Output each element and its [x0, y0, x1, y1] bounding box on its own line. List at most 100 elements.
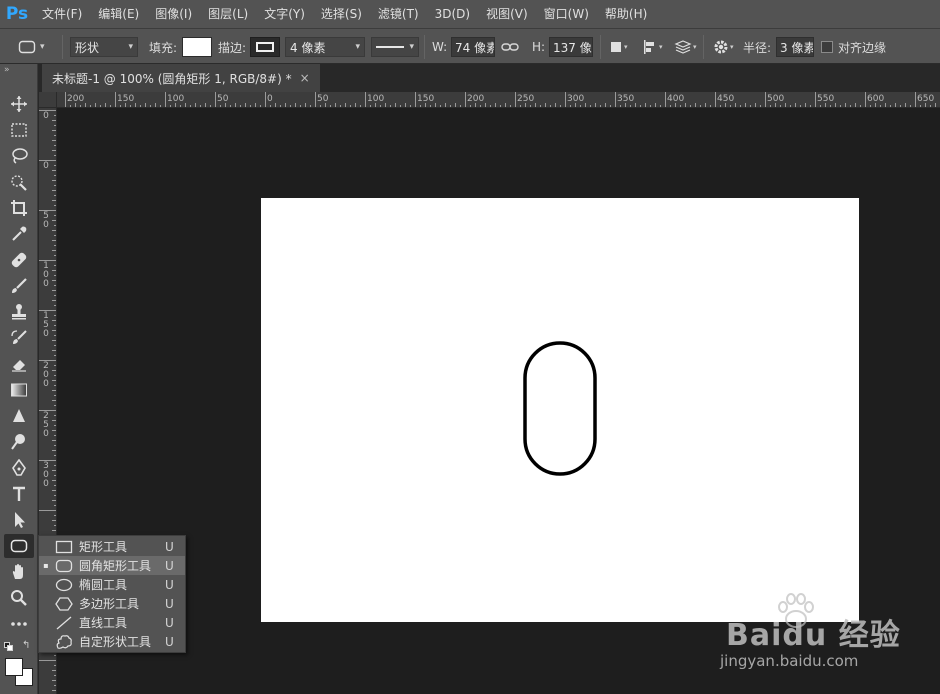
- flyout-item-shortcut: U: [165, 615, 174, 630]
- ruler-tick-label: 300: [567, 94, 585, 104]
- rounded-rectangle-icon: [10, 539, 28, 553]
- align-edges-checkbox[interactable]: [821, 41, 833, 53]
- stamp-icon[interactable]: [4, 300, 34, 324]
- flyout-item-label: 椭圆工具: [79, 578, 128, 592]
- tool-preset-picker[interactable]: ▾: [18, 37, 45, 57]
- flyout-item-rectangle[interactable]: 矩形工具 U: [39, 537, 185, 556]
- rounded-rectangle-shape[interactable]: [523, 341, 597, 476]
- document-tab[interactable]: 未标题-1 @ 100% (圆角矩形 1, RGB/8#) * ×: [42, 64, 320, 92]
- eraser-icon[interactable]: [4, 352, 34, 376]
- radius-label: 半径:: [743, 40, 772, 55]
- gear-icon[interactable]: ▾: [713, 37, 734, 57]
- path-alignment-icon[interactable]: ▾: [642, 37, 663, 57]
- options-bar: ▾ 形状 ▾ 填充: 描边: 4 像素 ▾ ▾ W: 74 像素 H: 137 …: [0, 28, 940, 64]
- ruler-tick-label: 200: [43, 361, 49, 389]
- panel-collapse-icon[interactable]: »: [4, 65, 10, 75]
- brush-icon[interactable]: [4, 274, 34, 298]
- width-label: W:: [432, 40, 448, 54]
- height-field[interactable]: 137 像素: [549, 37, 593, 57]
- menu-window[interactable]: 窗口(W): [536, 0, 597, 28]
- menu-view[interactable]: 视图(V): [478, 0, 536, 28]
- flyout-item-polygon[interactable]: 多边形工具 U: [39, 594, 185, 613]
- flyout-item-custom-shape[interactable]: 自定形状工具 U: [39, 632, 185, 651]
- blur-icon[interactable]: [4, 404, 34, 428]
- rounded-rectangle-tool[interactable]: [4, 534, 34, 558]
- menu-file[interactable]: 文件(F): [34, 0, 90, 28]
- move-icon[interactable]: [4, 92, 34, 116]
- ruler-tick-label: 150: [117, 94, 135, 104]
- pen-icon[interactable]: [4, 456, 34, 480]
- ruler-tick-label: 250: [43, 411, 49, 439]
- document-canvas[interactable]: [261, 198, 859, 622]
- path-select-icon[interactable]: [4, 508, 34, 532]
- ruler-tick-label: 650: [917, 94, 935, 104]
- menu-help[interactable]: 帮助(H): [597, 0, 655, 28]
- link-icon[interactable]: [501, 37, 519, 57]
- lasso-icon[interactable]: [4, 144, 34, 168]
- stroke-color-swatch[interactable]: [250, 37, 280, 57]
- more-icon[interactable]: [4, 612, 34, 636]
- zoom-icon[interactable]: [4, 586, 34, 610]
- chevron-down-icon: ▾: [409, 42, 414, 52]
- stroke-width-select[interactable]: 4 像素 ▾: [285, 37, 365, 57]
- menu-filter[interactable]: 滤镜(T): [370, 0, 427, 28]
- dodge-icon[interactable]: [4, 430, 34, 454]
- close-icon[interactable]: ×: [300, 71, 310, 85]
- menu-type[interactable]: 文字(Y): [256, 0, 313, 28]
- ruler-tick-label: 50: [43, 211, 49, 230]
- watermark-url: jingyan.baidu.com: [720, 652, 859, 670]
- menu-layer[interactable]: 图层(L): [200, 0, 256, 28]
- ruler-tick-label: 0: [267, 94, 273, 104]
- flyout-item-rounded-rectangle[interactable]: ▪ 圆角矩形工具 U: [39, 556, 185, 575]
- marquee-icon[interactable]: [4, 118, 34, 142]
- path-arrangement-icon[interactable]: ▾: [674, 37, 697, 57]
- history-brush-icon[interactable]: [4, 326, 34, 350]
- menu-edit[interactable]: 编辑(E): [90, 0, 147, 28]
- stroke-width-value: 4 像素: [290, 40, 326, 55]
- rectangle-icon: [53, 540, 75, 554]
- ruler-tick-label: 200: [467, 94, 485, 104]
- swap-colors-icon[interactable]: ↰: [22, 640, 30, 651]
- menu-3d[interactable]: 3D(D): [427, 0, 478, 28]
- default-colors-icon[interactable]: [4, 642, 13, 651]
- eyedropper-icon[interactable]: [4, 222, 34, 246]
- flyout-item-line[interactable]: 直线工具 U: [39, 613, 185, 632]
- path-operations-icon[interactable]: ▾: [609, 37, 628, 57]
- crop-icon[interactable]: [4, 196, 34, 220]
- ruler-tick-label: 500: [767, 94, 785, 104]
- chevron-down-icon: ▾: [355, 42, 360, 52]
- separator: [703, 35, 704, 59]
- ruler-tick-label: 100: [43, 261, 49, 289]
- separator: [424, 35, 425, 59]
- healing-icon[interactable]: [4, 248, 34, 272]
- hand-icon[interactable]: [4, 560, 34, 584]
- gradient-icon[interactable]: [4, 378, 34, 402]
- type-icon[interactable]: [4, 482, 34, 506]
- line-icon: [53, 616, 75, 630]
- ruler-tick-label: 250: [517, 94, 535, 104]
- ruler-origin[interactable]: [39, 92, 57, 108]
- ruler-tick-label: 100: [167, 94, 185, 104]
- width-field[interactable]: 74 像素: [451, 37, 495, 57]
- stroke-type-select[interactable]: ▾: [371, 37, 419, 57]
- flyout-item-label: 自定形状工具: [79, 635, 152, 649]
- menu-select[interactable]: 选择(S): [313, 0, 370, 28]
- ruler-tick-label: 350: [617, 94, 635, 104]
- tool-mode-select[interactable]: 形状 ▾: [70, 37, 138, 57]
- ruler-tick-label: 50: [317, 94, 329, 104]
- menu-image[interactable]: 图像(I): [147, 0, 200, 28]
- foreground-color-swatch[interactable]: [5, 658, 23, 676]
- current-tool-marker: ▪: [43, 561, 49, 570]
- height-label: H:: [532, 40, 546, 54]
- ellipse-icon: [53, 578, 75, 592]
- menu-bar: Ps 文件(F) 编辑(E) 图像(I) 图层(L) 文字(Y) 选择(S) 滤…: [0, 0, 940, 28]
- ruler-tick-label: 0: [43, 161, 49, 171]
- radius-field[interactable]: 3 像素: [776, 37, 814, 57]
- photoshop-logo[interactable]: Ps: [0, 0, 34, 28]
- ruler-tick-label: 300: [43, 461, 49, 489]
- document-tab-bar: 未标题-1 @ 100% (圆角矩形 1, RGB/8#) * ×: [39, 64, 940, 92]
- quick-select-icon[interactable]: [4, 170, 34, 194]
- horizontal-ruler[interactable]: 200 150 100 50 0 50 100 150 200 250 300 350 400 450 50…: [57, 92, 940, 108]
- fill-color-swatch[interactable]: [182, 37, 212, 57]
- flyout-item-ellipse[interactable]: 椭圆工具 U: [39, 575, 185, 594]
